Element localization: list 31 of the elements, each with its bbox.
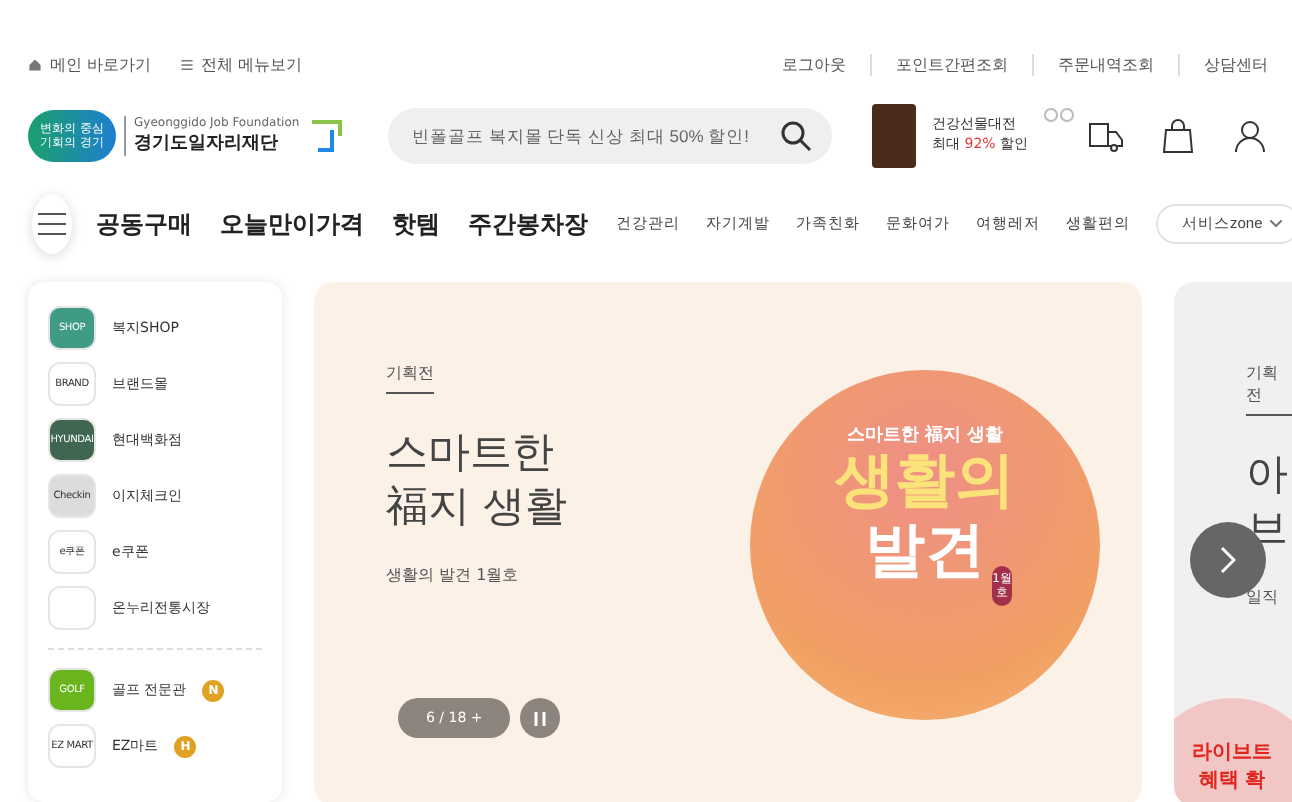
top-link[interactable]: 포인트간편조회 bbox=[870, 53, 1032, 75]
banner-subtitle: 일직 bbox=[1246, 585, 1280, 608]
pause-button[interactable] bbox=[520, 698, 561, 738]
menu-button[interactable] bbox=[32, 194, 72, 254]
home-icon bbox=[28, 57, 42, 71]
banner-title: 스마트한 福지 생활 bbox=[386, 426, 570, 535]
top-link[interactable]: 주문내역조회 bbox=[1032, 53, 1178, 75]
nav-link[interactable]: 공동구매 bbox=[96, 207, 192, 241]
truck-icon[interactable] bbox=[1088, 118, 1124, 154]
pause-icon bbox=[534, 711, 547, 725]
user-icon[interactable] bbox=[1232, 118, 1268, 154]
top-link[interactable]: 메인 바로가기 bbox=[28, 53, 152, 75]
search-icon[interactable] bbox=[780, 120, 812, 152]
top-link[interactable]: 상담센터 bbox=[1178, 53, 1292, 75]
logo-name[interactable]: 경기도일자리재단 bbox=[134, 130, 300, 156]
logo-mark-icon bbox=[307, 118, 344, 154]
search-field[interactable]: 빈폴골프 복지몰 단독 신상 최대 50% 할인! bbox=[388, 108, 832, 164]
banner-tag: 기획전 bbox=[386, 362, 434, 394]
top-link[interactable]: 전체 메뉴보기 bbox=[179, 53, 303, 75]
nav-link[interactable]: 주간봉차장 bbox=[468, 207, 588, 241]
chevron-right-icon bbox=[1220, 546, 1236, 574]
banner-subtitle: 생활의 발견 1월호 bbox=[386, 563, 521, 586]
shopping-bag-icon[interactable] bbox=[1160, 118, 1196, 154]
nav-link[interactable]: 핫템 bbox=[392, 207, 440, 241]
menu-icon bbox=[179, 57, 194, 71]
chevron-down-icon bbox=[1270, 220, 1282, 228]
sticker-artwork: 라이브트 혜택 확 bbox=[1174, 698, 1292, 802]
nav-link[interactable]: 오늘만이가격 bbox=[220, 207, 364, 241]
banner-tag: 기획전 bbox=[1246, 362, 1292, 416]
menu-icon bbox=[38, 212, 66, 236]
top-link[interactable]: 로그아웃 bbox=[758, 53, 870, 75]
